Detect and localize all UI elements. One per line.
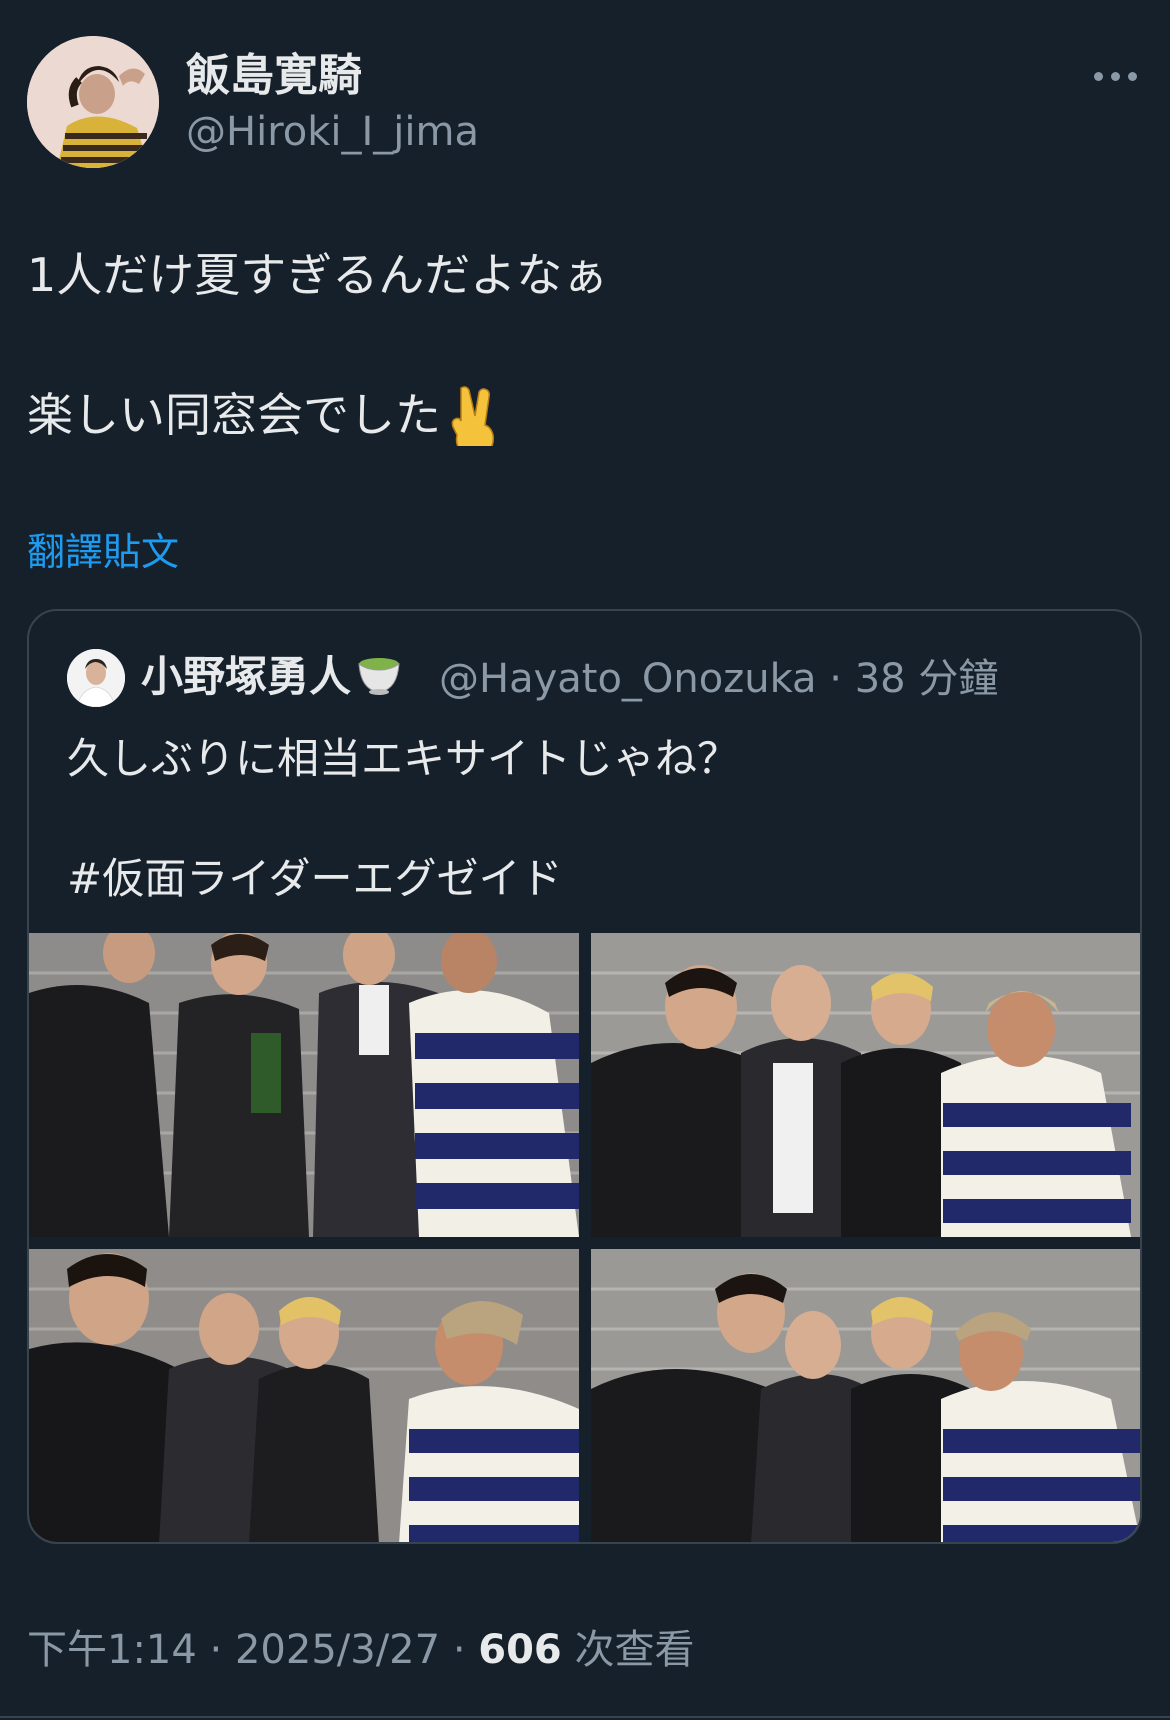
more-dot-icon [1093,71,1103,81]
quoted-separator: · [829,656,842,702]
quoted-meta: @Hayato_Onozuka · 38 分鐘 [439,649,998,709]
views-label: 次查看 [574,1627,695,1673]
photo-image [29,933,579,1237]
teacup-emoji-icon [358,657,400,695]
quoted-author-avatar[interactable] [67,649,125,707]
quoted-photo-grid [29,933,1140,1542]
translate-post-link[interactable]: 翻譯貼文 [27,526,179,578]
footer-separator: · [209,1627,223,1673]
more-options-button[interactable] [1080,56,1150,96]
more-dot-icon [1110,71,1120,81]
author-display-name[interactable]: 飯島寛騎 [186,46,362,106]
quoted-photo-1[interactable] [29,933,579,1237]
photo-image [29,1249,579,1542]
quoted-photo-4[interactable] [591,1249,1140,1542]
tweet-date[interactable]: 2025/3/27 [235,1627,440,1673]
views-count: 606 [478,1627,562,1673]
footer-separator: · [452,1627,466,1673]
author-avatar-image [27,36,159,168]
more-dot-icon [1127,71,1137,81]
quoted-display-name-text: 小野塚勇人 [141,652,352,701]
tweet-detail: 飯島寛騎 @Hiroki_I_jima 1人だけ夏すぎるんだよなぁ 楽しい同窓会… [0,0,1170,1720]
author-avatar[interactable] [27,36,159,168]
tweet-text-line-2: 楽しい同窓会でした [27,382,499,450]
author-handle[interactable]: @Hiroki_I_jima [186,104,479,160]
tweet-text-line-2-content: 楽しい同窓会でした [27,388,441,442]
photo-image [591,933,1140,1237]
quoted-handle[interactable]: @Hayato_Onozuka [439,656,817,702]
tweet-time[interactable]: 下午1:14 [27,1627,197,1673]
divider [0,1716,1170,1718]
quoted-tweet-card[interactable]: 小野塚勇人 @Hayato_Onozuka · 38 分鐘 久しぶりに相当エキサ… [27,609,1142,1544]
quoted-display-name[interactable]: 小野塚勇人 [141,647,403,707]
quoted-avatar-image [67,649,125,707]
quoted-photo-2[interactable] [591,933,1140,1237]
quoted-photo-3[interactable] [29,1249,579,1542]
tweet-footer-meta: 下午1:14 · 2025/3/27 · 606 次查看 [27,1620,694,1680]
victory-hand-emoji-icon [451,385,495,446]
quoted-hashtag[interactable]: #仮面ライダーエグゼイド [67,849,563,909]
quoted-timestamp[interactable]: 38 分鐘 [855,656,999,702]
quoted-text-line-1: 久しぶりに相当エキサイトじゃね？ [67,734,740,783]
photo-image [591,1249,1140,1542]
tweet-text-line-1: 1人だけ夏すぎるんだよなぁ [27,248,609,302]
